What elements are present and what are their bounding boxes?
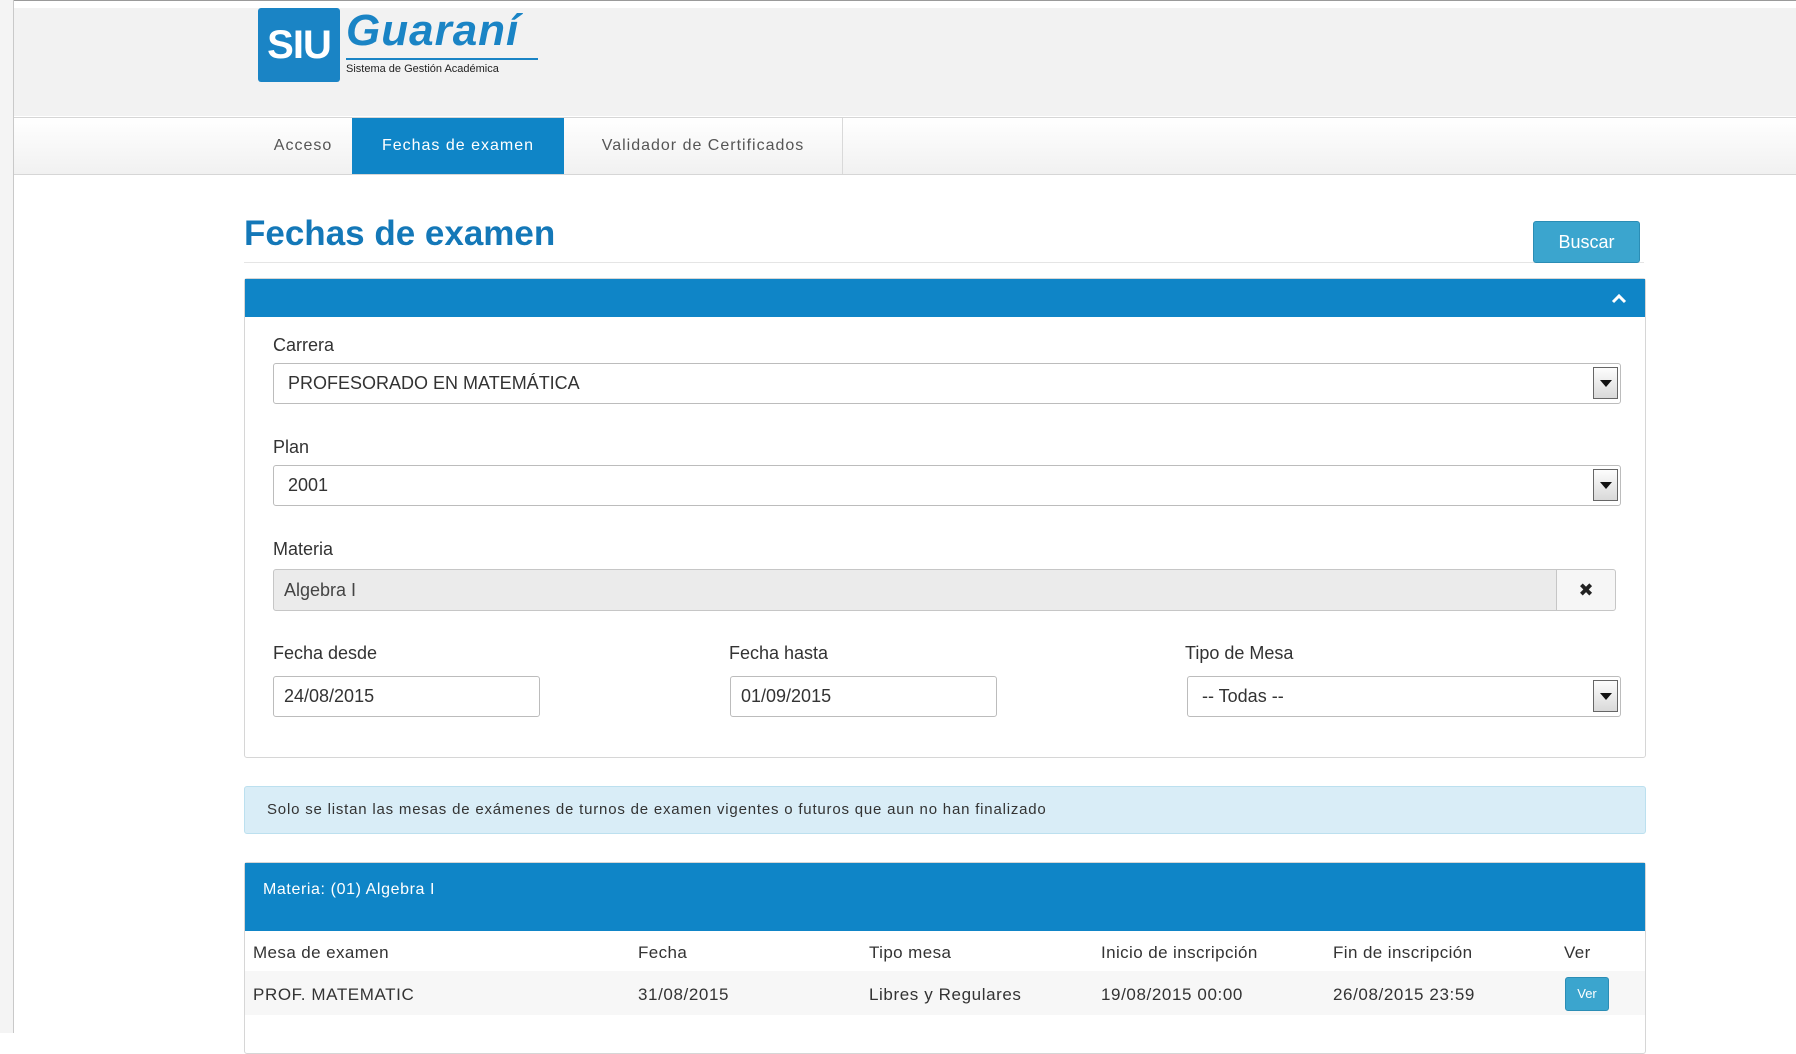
main-nav: Acceso Fechas de examen Validador de Cer… <box>14 117 1796 175</box>
plan-select[interactable]: 2001 <box>273 465 1621 506</box>
tab-fechas-de-examen[interactable]: Fechas de examen <box>352 118 564 174</box>
info-message: Solo se listan las mesas de exámenes de … <box>267 801 1047 818</box>
materia-label: Materia <box>273 539 334 559</box>
materia-value: Algebra I <box>284 580 357 600</box>
cell-mesa: PROF. MATEMATIC <box>253 985 415 1004</box>
fecha-hasta-input[interactable]: 01/09/2015 <box>730 676 997 717</box>
cell-fecha: 31/08/2015 <box>638 985 730 1004</box>
filter-panel-header <box>245 279 1645 317</box>
page-title: Fechas de examen <box>244 214 556 253</box>
tab-acceso[interactable]: Acceso <box>242 118 364 174</box>
results-panel: Materia: (01) Algebra I Mesa de examen F… <box>244 862 1646 1054</box>
cell-inicio-inscripcion: 19/08/2015 00:00 <box>1101 985 1243 1004</box>
info-alert: Solo se listan las mesas de exámenes de … <box>244 786 1646 834</box>
cell-fin-inscripcion: 26/08/2015 23:59 <box>1333 985 1475 1004</box>
tipo-mesa-select[interactable]: -- Todas -- <box>1187 676 1621 717</box>
logo-mark: SIU <box>258 8 340 82</box>
buscar-button[interactable]: Buscar <box>1533 221 1640 263</box>
tipo-mesa-label: Tipo de Mesa <box>1185 643 1294 663</box>
chevron-down-icon[interactable] <box>1593 680 1618 712</box>
column-header-fin-inscripcion: Fin de inscripción <box>1333 943 1473 962</box>
tipo-mesa-value: -- Todas -- <box>1202 686 1284 706</box>
logo-name: Guaraní <box>346 6 520 55</box>
site-header: SIU Guaraní Sistema de Gestión Académica <box>14 6 1796 116</box>
column-header-tipo-mesa: Tipo mesa <box>869 943 952 962</box>
window-left-border <box>0 0 14 1033</box>
fecha-desde-label: Fecha desde <box>273 643 378 663</box>
logo-subtitle: Sistema de Gestión Académica <box>346 63 499 75</box>
fecha-desde-value: 24/08/2015 <box>284 686 375 706</box>
ver-button[interactable]: Ver <box>1565 977 1609 1011</box>
chevron-down-icon[interactable] <box>1593 469 1618 501</box>
cell-tipo-mesa: Libres y Regulares <box>869 985 1022 1004</box>
column-header-fecha: Fecha <box>638 943 688 962</box>
results-header: Materia: (01) Algebra I <box>245 863 1645 931</box>
logo-underline <box>346 58 538 60</box>
fecha-desde-input[interactable]: 24/08/2015 <box>273 676 540 717</box>
window-top-border <box>0 0 1796 8</box>
chevron-down-icon[interactable] <box>1593 367 1618 399</box>
plan-value: 2001 <box>288 475 329 495</box>
fecha-hasta-label: Fecha hasta <box>729 643 829 663</box>
fecha-hasta-value: 01/09/2015 <box>741 686 832 706</box>
column-header-ver: Ver <box>1564 943 1591 962</box>
column-header-inicio-inscripcion: Inicio de inscripción <box>1101 943 1258 962</box>
plan-label: Plan <box>273 437 310 457</box>
title-divider <box>244 262 1644 263</box>
results-group-title: Materia: (01) Algebra I <box>263 881 436 898</box>
filter-panel: Carrera PROFESORADO EN MATEMÁTICA Plan 2… <box>244 278 1646 758</box>
column-header-mesa: Mesa de examen <box>253 943 390 962</box>
siu-guarani-logo[interactable]: SIU Guaraní Sistema de Gestión Académica <box>258 6 544 84</box>
tab-validador-de-certificados[interactable]: Validador de Certificados <box>564 118 843 174</box>
chevron-up-icon[interactable] <box>1609 289 1629 309</box>
carrera-select[interactable]: PROFESORADO EN MATEMÁTICA <box>273 363 1621 404</box>
close-icon[interactable]: ✖ <box>1556 569 1616 611</box>
carrera-value: PROFESORADO EN MATEMÁTICA <box>288 373 580 393</box>
materia-field[interactable]: Algebra I <box>273 569 1611 611</box>
carrera-label: Carrera <box>273 335 335 355</box>
